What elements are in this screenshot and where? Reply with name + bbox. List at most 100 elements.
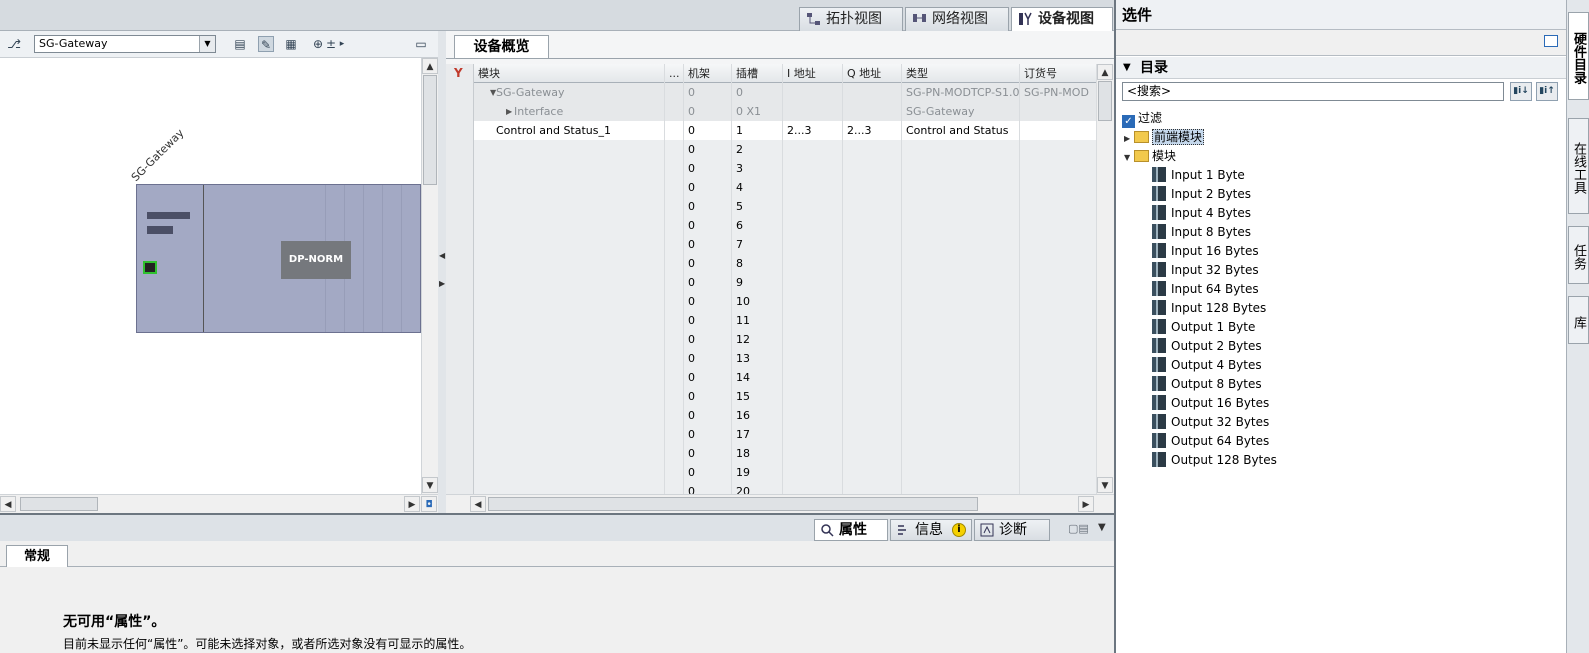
search-down-icon[interactable]: ▮i↓ <box>1510 82 1532 101</box>
order-number-cell[interactable] <box>1020 444 1097 463</box>
more-cell[interactable] <box>665 330 684 349</box>
order-number-cell[interactable] <box>1020 292 1097 311</box>
order-number-cell[interactable] <box>1020 178 1097 197</box>
module-cell[interactable] <box>474 311 665 330</box>
catalog-search-input[interactable]: <搜索> <box>1122 82 1504 101</box>
overview-horizontal-scrollbar[interactable]: ◀ ▶ <box>446 494 1114 513</box>
rack-cell[interactable]: 0 <box>684 425 732 444</box>
rack-cell[interactable]: 0 <box>684 368 732 387</box>
i-address-cell[interactable] <box>783 178 843 197</box>
i-address-cell[interactable]: 2...3 <box>783 121 843 140</box>
table-row[interactable]: 0 20 <box>446 482 1097 494</box>
more-cell[interactable] <box>665 368 684 387</box>
tree-item[interactable]: Output 1 Byte <box>1152 318 1255 336</box>
module-cell[interactable] <box>474 330 665 349</box>
tree-item[interactable]: Input 32 Bytes <box>1152 261 1259 279</box>
expand-toggle-icon[interactable]: ▼ <box>490 83 496 102</box>
module-cell[interactable]: Interface <box>474 102 665 121</box>
table-row[interactable]: 07 <box>446 235 1097 254</box>
q-address-cell[interactable] <box>843 159 902 178</box>
type-cell[interactable] <box>902 368 1020 387</box>
q-address-cell[interactable] <box>843 425 902 444</box>
rack-cell[interactable]: 0 <box>684 159 732 178</box>
tree-item[interactable]: Output 64 Bytes <box>1152 432 1269 450</box>
order-number-cell[interactable] <box>1020 425 1097 444</box>
row-header[interactable] <box>446 349 474 368</box>
tree-item[interactable]: Output 32 Bytes <box>1152 413 1269 431</box>
q-address-cell[interactable] <box>843 463 902 482</box>
type-cell[interactable] <box>902 387 1020 406</box>
table-row[interactable]: 0 13 <box>446 349 1097 368</box>
type-cell[interactable] <box>902 235 1020 254</box>
more-cell[interactable] <box>665 254 684 273</box>
table-row[interactable]: 05 <box>446 197 1097 216</box>
q-address-cell[interactable] <box>843 235 902 254</box>
collapse-left-icon[interactable]: ◀ <box>439 251 445 260</box>
column-header[interactable]: 插槽 <box>732 64 783 83</box>
type-cell[interactable] <box>902 311 1020 330</box>
slot-cell[interactable]: 10 <box>732 292 783 311</box>
i-address-cell[interactable] <box>783 235 843 254</box>
type-cell[interactable] <box>902 216 1020 235</box>
order-number-cell[interactable] <box>1020 159 1097 178</box>
tree-item[interactable]: Input 4 Bytes <box>1152 204 1251 222</box>
table-row[interactable]: 0 12 <box>446 330 1097 349</box>
scroll-down-icon[interactable]: ▼ <box>422 477 438 493</box>
scroll-thumb[interactable] <box>423 75 437 185</box>
module-cell[interactable] <box>474 197 665 216</box>
rack-cell[interactable]: 0 <box>684 292 732 311</box>
more-cell[interactable] <box>665 140 684 159</box>
filter-checkbox[interactable]: ✓ 过滤 <box>1122 109 1162 128</box>
rack-cell[interactable]: 0 <box>684 102 732 121</box>
slot-cell[interactable]: 1 <box>732 121 783 140</box>
order-number-cell[interactable] <box>1020 387 1097 406</box>
i-address-cell[interactable] <box>783 140 843 159</box>
module-cell[interactable] <box>474 292 665 311</box>
left-vertical-scrollbar[interactable]: ▲ ▼ <box>421 58 438 494</box>
more-cell[interactable] <box>665 463 684 482</box>
slot-cell[interactable]: 2 <box>732 140 783 159</box>
checkbox-checked-icon[interactable]: ✓ <box>1122 115 1135 128</box>
rack-cell[interactable]: 0 <box>684 463 732 482</box>
order-number-cell[interactable] <box>1020 330 1097 349</box>
order-number-cell[interactable] <box>1020 140 1097 159</box>
tree-item[interactable]: Input 64 Bytes <box>1152 280 1259 298</box>
more-cell[interactable] <box>665 178 684 197</box>
table-row[interactable]: Interface 0 0 X1 SG-Gateway ▶ <box>446 102 1097 121</box>
row-header[interactable] <box>446 292 474 311</box>
module-cell[interactable] <box>474 254 665 273</box>
rack-cell[interactable]: 0 <box>684 349 732 368</box>
tab-online-tools[interactable]: 在线工具 <box>1568 118 1589 214</box>
slot-cell[interactable]: 12 <box>732 330 783 349</box>
q-address-cell[interactable] <box>843 216 902 235</box>
overview-vertical-scrollbar[interactable]: ▲ ▼ <box>1097 64 1114 494</box>
order-number-cell[interactable] <box>1020 216 1097 235</box>
tab-info[interactable]: 信息 i <box>890 519 972 541</box>
i-address-cell[interactable] <box>783 197 843 216</box>
type-cell[interactable] <box>902 140 1020 159</box>
row-header[interactable] <box>446 406 474 425</box>
i-address-cell[interactable] <box>783 311 843 330</box>
module-cell[interactable] <box>474 425 665 444</box>
more-cell[interactable] <box>665 311 684 330</box>
column-header[interactable]: 订货号 <box>1020 64 1097 83</box>
slot-cell[interactable]: 9 <box>732 273 783 292</box>
overview-panel-icon[interactable]: ▭ <box>413 36 429 52</box>
i-address-cell[interactable] <box>783 254 843 273</box>
module-cell[interactable] <box>474 406 665 425</box>
rack-cell[interactable]: 0 <box>684 387 732 406</box>
ethernet-port-icon[interactable] <box>143 261 157 274</box>
table-row[interactable]: 09 <box>446 273 1097 292</box>
slot-cell[interactable]: 16 <box>732 406 783 425</box>
chevron-right-icon[interactable]: ▶ <box>1124 130 1134 148</box>
row-header[interactable] <box>446 482 474 494</box>
chevron-down-icon[interactable]: ▼ <box>1123 57 1131 79</box>
q-address-cell[interactable] <box>843 197 902 216</box>
i-address-cell[interactable] <box>783 463 843 482</box>
slot-cell[interactable]: 11 <box>732 311 783 330</box>
i-address-cell[interactable] <box>783 444 843 463</box>
module-cell[interactable] <box>474 349 665 368</box>
filter-column[interactable]: Y <box>446 64 474 83</box>
order-number-cell[interactable] <box>1020 368 1097 387</box>
tab-topology-view[interactable]: 拓扑视图 <box>799 7 903 31</box>
